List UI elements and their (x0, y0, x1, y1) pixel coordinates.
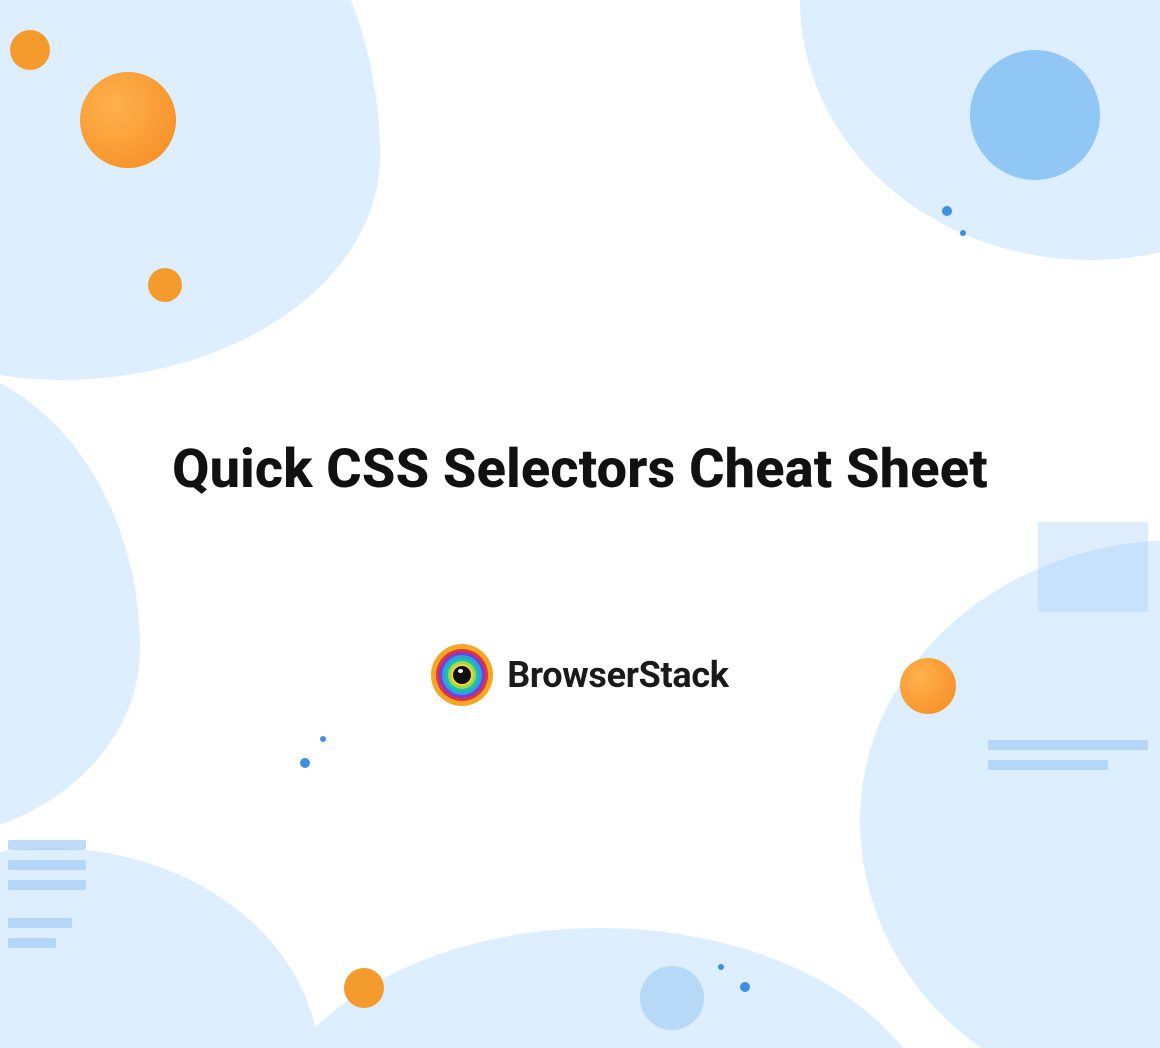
bg-blob (0, 0, 380, 380)
bg-blob (0, 360, 140, 840)
browserstack-logo-icon (431, 644, 493, 706)
blue-circle-icon (970, 50, 1100, 180)
bg-blob (860, 540, 1160, 1048)
decorative-lines (8, 840, 86, 890)
orange-circle-icon (80, 72, 176, 168)
blue-dot-icon (300, 758, 310, 768)
blue-dot-icon (320, 736, 326, 742)
blue-circle-icon (640, 966, 704, 1030)
orange-dot-icon (148, 268, 182, 302)
orange-dot-icon (344, 968, 384, 1008)
blue-dot-icon (740, 982, 750, 992)
blue-dot-icon (942, 206, 952, 216)
decorative-lines (8, 918, 72, 948)
orange-dot-icon (10, 30, 50, 70)
page-title: Quick CSS Selectors Cheat Sheet (0, 434, 1160, 507)
blue-dot-icon (718, 964, 724, 970)
decorative-lines (988, 740, 1148, 770)
hero-banner: Quick CSS Selectors Cheat Sheet BrowserS… (0, 0, 1160, 1048)
decorative-lines (1038, 522, 1148, 612)
brand: BrowserStack (0, 644, 1160, 706)
blue-dot-icon (960, 230, 966, 236)
brand-name: BrowserStack (507, 654, 729, 696)
